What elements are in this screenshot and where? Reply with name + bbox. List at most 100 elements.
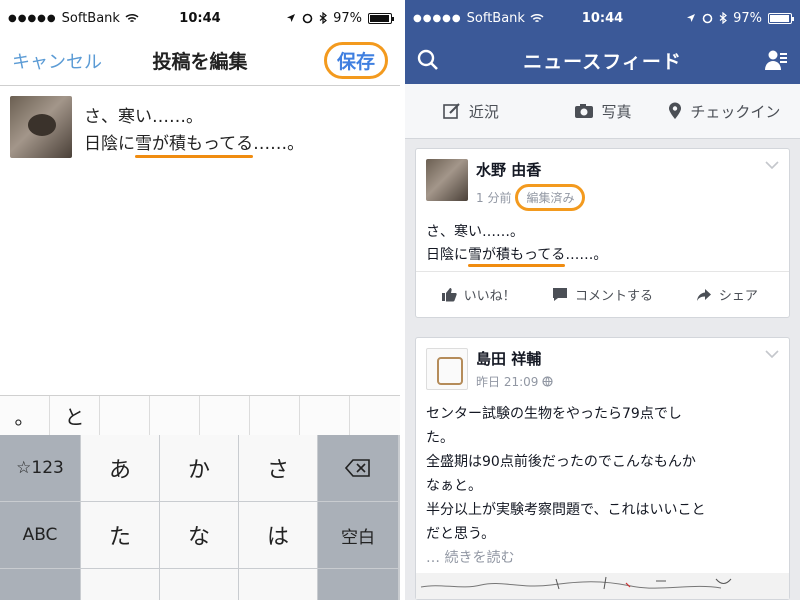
- battery-icon: [768, 12, 794, 24]
- checkin-button[interactable]: チェックイン: [668, 101, 800, 122]
- post-line-2: 日陰に雪が積もってる……。: [426, 244, 779, 267]
- text-before: 日陰に: [84, 134, 135, 154]
- candidate-2[interactable]: と: [50, 396, 100, 435]
- key-ka[interactable]: か: [160, 435, 238, 501]
- share-button[interactable]: シェア: [665, 285, 789, 304]
- avatar[interactable]: [426, 348, 468, 390]
- photo-button[interactable]: 写真: [537, 101, 669, 122]
- bluetooth-icon: [319, 12, 328, 24]
- candidate-8[interactable]: [350, 396, 400, 435]
- like-button[interactable]: いいね！: [416, 285, 540, 304]
- wifi-icon: [530, 13, 544, 24]
- battery-icon: [368, 12, 394, 24]
- candidate-4[interactable]: [150, 396, 200, 435]
- post-time[interactable]: 昨日 21:09: [476, 373, 538, 390]
- chevron-down-icon[interactable]: [765, 350, 779, 358]
- comment-label: コメントする: [574, 289, 653, 304]
- key-row3-right[interactable]: [318, 569, 398, 600]
- edited-badge[interactable]: 編集済み: [515, 184, 586, 211]
- post-line: だと思う。: [426, 526, 496, 542]
- thumbs-up-icon: [441, 287, 457, 302]
- highlight-underline: [468, 264, 566, 267]
- post-line: なぁと。: [426, 478, 482, 494]
- status-button[interactable]: 近況: [405, 101, 537, 122]
- signal-icon: ●●●●●: [413, 12, 462, 24]
- like-label: いいね！: [463, 289, 516, 304]
- edited-text-highlight: 雪が積もってる: [135, 134, 254, 158]
- backspace-icon: [345, 459, 371, 477]
- carrier-group: ●●●●● SoftBank: [8, 11, 139, 26]
- text-after: ……。: [565, 247, 608, 263]
- author-name[interactable]: 水野 由香: [476, 159, 585, 180]
- composer-bar: 近況 写真 チェックイン: [405, 84, 800, 139]
- edited-text: 雪が積もってる: [468, 247, 566, 263]
- news-feed-screen: ●●●●● SoftBank 10:44 97% ニュースフィード 近況 写真 …: [405, 0, 800, 600]
- key-ta[interactable]: た: [81, 502, 159, 568]
- post-line: 半分以上が実験考察問題で、これはいいこと: [426, 502, 706, 518]
- post-body: さ、寒い……。 日陰に雪が積もってる……。: [416, 211, 789, 267]
- friend-list-icon[interactable]: [764, 49, 788, 71]
- key-row3-3[interactable]: [160, 569, 238, 600]
- post-text-field[interactable]: さ、寒い……。 日陰に雪が積もってる……。: [84, 96, 304, 158]
- key-abc[interactable]: ABC: [0, 502, 80, 568]
- nav-bar: キャンセル 投稿を編集 保存: [0, 36, 400, 86]
- cancel-button[interactable]: キャンセル: [12, 48, 102, 74]
- edit-post-screen: ●●●●● SoftBank 10:44 97% キャンセル 投稿を編集 保存: [0, 0, 400, 600]
- key-row3-4[interactable]: [239, 569, 317, 600]
- candidate-5[interactable]: [200, 396, 250, 435]
- candidate-6[interactable]: [250, 396, 300, 435]
- checkin-label: チェックイン: [690, 102, 781, 121]
- status-label: 近況: [468, 102, 499, 121]
- avatar[interactable]: [426, 159, 468, 201]
- key-numbers[interactable]: ☆123: [0, 435, 80, 501]
- post-author-info: 水野 由香 1 分前 編集済み: [476, 159, 586, 211]
- post-image-preview[interactable]: [416, 573, 789, 599]
- battery-fill: [770, 14, 790, 22]
- post-line: センター試験の生物をやったら79点でし: [426, 406, 682, 422]
- text-before: 日陰に: [426, 247, 468, 263]
- post-line: た。: [426, 430, 454, 446]
- key-row3-2[interactable]: [81, 569, 159, 600]
- comment-button[interactable]: コメントする: [540, 285, 664, 304]
- candidate-7[interactable]: [300, 396, 350, 435]
- key-ha[interactable]: は: [239, 502, 317, 568]
- key-na[interactable]: な: [160, 502, 238, 568]
- photo-label: 写真: [601, 102, 632, 121]
- candidate-3[interactable]: [100, 396, 150, 435]
- post-time[interactable]: 1 分前: [476, 189, 511, 206]
- post-meta: 昨日 21:09: [476, 373, 554, 390]
- edit-icon: [443, 102, 461, 120]
- save-button[interactable]: 保存: [323, 42, 388, 79]
- search-icon[interactable]: [417, 49, 439, 71]
- feed-post: 島田 祥輔 昨日 21:09 センター試験の生物をやったら79点でし た。 全盛…: [415, 337, 790, 600]
- battery-percent: 97%: [733, 10, 762, 26]
- chevron-down-icon[interactable]: [765, 161, 779, 169]
- edited-text: 雪が積もってる: [135, 134, 254, 154]
- post-author-info: 島田 祥輔 昨日 21:09: [476, 348, 554, 390]
- battery-fill: [370, 14, 390, 22]
- author-name[interactable]: 島田 祥輔: [476, 348, 553, 369]
- comment-icon: [552, 287, 568, 302]
- post-body: センター試験の生物をやったら79点でし た。 全盛期は90点前後だったのでこんな…: [416, 390, 789, 570]
- key-sa[interactable]: さ: [239, 435, 317, 501]
- carrier-name: SoftBank: [466, 10, 525, 26]
- key-row3-left[interactable]: [0, 569, 80, 600]
- candidate-bar: 。 と: [0, 395, 400, 435]
- feed-header: ニュースフィード: [405, 36, 800, 84]
- post-header: 水野 由香 1 分前 編集済み: [416, 149, 789, 211]
- read-more-link[interactable]: … 続きを読む: [426, 546, 779, 570]
- highlight-underline: [135, 155, 254, 158]
- candidate-1[interactable]: 。: [0, 396, 50, 435]
- post-line: 全盛期は90点前後だったのでこんなもんか: [426, 454, 696, 470]
- alarm-icon: [702, 13, 713, 24]
- space-key[interactable]: 空白: [318, 502, 398, 568]
- status-right: 97%: [286, 10, 394, 26]
- battery-percent: 97%: [333, 10, 362, 26]
- post-line-2: 日陰に雪が積もってる……。: [84, 131, 304, 158]
- post-editor[interactable]: さ、寒い……。 日陰に雪が積もってる……。: [0, 86, 400, 168]
- key-a[interactable]: あ: [81, 435, 159, 501]
- alarm-icon: [302, 13, 313, 24]
- post-actions: いいね！ コメントする シェア: [416, 271, 789, 317]
- delete-key[interactable]: [318, 435, 398, 501]
- status-right: 97%: [686, 10, 794, 26]
